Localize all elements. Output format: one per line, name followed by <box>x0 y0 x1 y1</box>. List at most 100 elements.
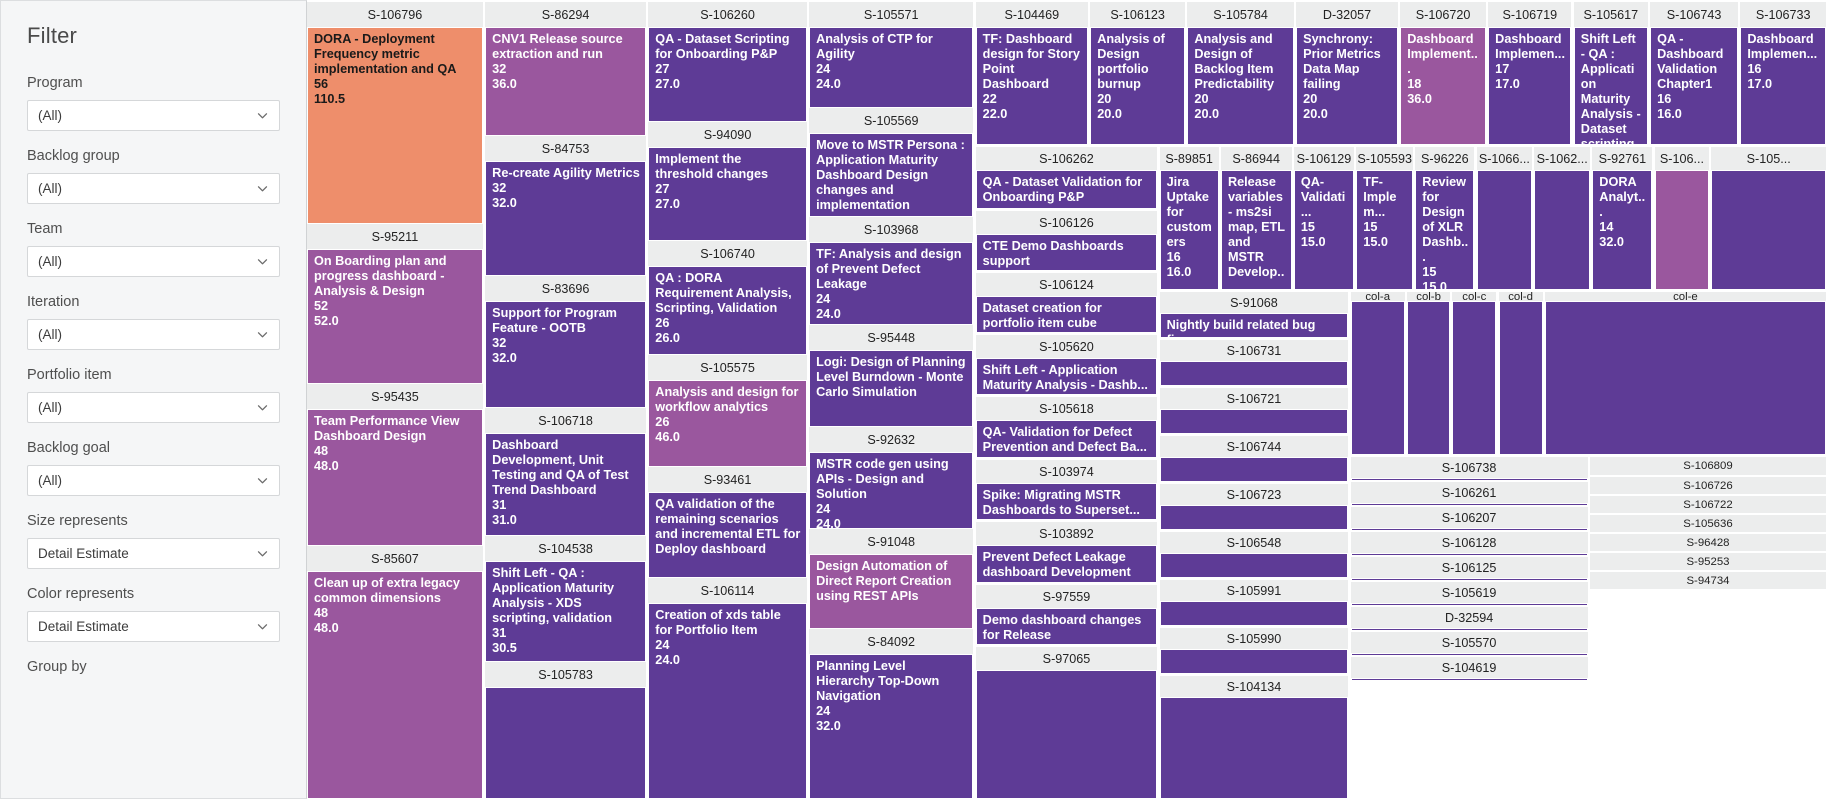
treemap-node[interactable]: S-106125 <box>1350 557 1588 581</box>
treemap-node-tile[interactable]: Dataset creation for portfolio item cube <box>975 297 1158 333</box>
treemap-node[interactable]: S-94734 <box>1589 572 1826 590</box>
treemap-node-tile[interactable] <box>485 688 646 799</box>
filter-select-iteration[interactable]: (All) <box>27 319 280 350</box>
treemap-node[interactable]: S-106129 QA-Validati... 15 15.0 <box>1293 147 1354 290</box>
treemap-node[interactable]: S-105570 <box>1350 632 1588 656</box>
treemap-node-tile[interactable]: Shift Left - Application Maturity Analys… <box>975 359 1158 395</box>
treemap-node-tile[interactable]: Implement the threshold changes 27 27.0 <box>648 148 807 241</box>
treemap-node[interactable]: S-106... <box>1654 147 1710 290</box>
treemap-node[interactable]: col-a <box>1350 292 1405 455</box>
treemap-node[interactable]: S-105593 TF-Implem... 15 15.0 <box>1356 147 1413 290</box>
treemap-node[interactable]: S-106718 Dashboard Development, Unit Test… <box>485 408 646 536</box>
treemap-node[interactable]: S-106128 <box>1350 532 1588 556</box>
treemap-node[interactable]: S-106738 <box>1350 457 1588 481</box>
treemap-node[interactable]: S-83696 Support for Program Feature - OOT… <box>485 276 646 408</box>
treemap-node[interactable]: S-86944 Release variables - ms2si map, ET… <box>1220 147 1292 290</box>
treemap-node-tile[interactable]: CTE Demo Dashboards support <box>975 235 1158 271</box>
treemap-node-tile[interactable]: Creation of xds table for Portfolio Item… <box>648 604 807 799</box>
treemap-node[interactable]: S-104619 <box>1350 657 1588 681</box>
treemap-node-tile[interactable]: Re-create Agility Metrics 32 32.0 <box>485 162 646 276</box>
treemap-node[interactable]: S-104538 Shift Left - QA : Application Ma… <box>485 536 646 662</box>
treemap-node-tile[interactable] <box>1159 410 1349 434</box>
treemap-node[interactable]: S-106262 QA - Dataset Validation for Onbo… <box>975 147 1158 209</box>
treemap-node[interactable]: S-105... <box>1711 147 1826 290</box>
treemap-node[interactable]: S-106796 DORA - Deployment Frequency metr… <box>307 2 483 224</box>
treemap-node[interactable]: S-105618 QA- Validation for Defect Preven… <box>975 397 1158 458</box>
treemap-node-tile[interactable] <box>1452 302 1497 455</box>
treemap-node-tile[interactable]: Dashboard Development, Unit Testing and … <box>485 434 646 536</box>
treemap-node[interactable]: S-105784 Analysis and Design of Backlog I… <box>1187 2 1294 145</box>
treemap-node[interactable]: S-89851 Jira Uptake for customers 16 16.0 <box>1159 147 1219 290</box>
treemap-node[interactable]: S-105571 Analysis of CTP for Agility 24 24.… <box>809 2 974 108</box>
treemap-node-tile[interactable] <box>1350 504 1588 506</box>
treemap-node-tile[interactable] <box>1350 579 1588 581</box>
treemap-node[interactable]: S-103974 Spike: Migrating MSTR Dashboards… <box>975 460 1158 520</box>
treemap-node-tile[interactable]: Release variables - ms2si map, ETL and M… <box>1220 171 1292 290</box>
treemap-node-tile[interactable]: Move to MSTR Persona : Application Matur… <box>809 134 974 217</box>
treemap-node-tile[interactable]: Support for Program Feature - OOTB 32 32.0 <box>485 302 646 408</box>
treemap-node[interactable]: S-104134 <box>1159 676 1349 799</box>
treemap-node-tile[interactable] <box>1159 362 1349 386</box>
treemap-node-tile[interactable]: QA - Dataset Scripting for Onboarding P&… <box>648 28 807 122</box>
treemap-node-tile[interactable]: Planning Level Hierarchy Top-Down Naviga… <box>809 655 974 799</box>
treemap-node[interactable]: col-c <box>1452 292 1497 455</box>
treemap-node-tile[interactable] <box>1159 602 1349 626</box>
treemap-node-tile[interactable]: Dashboard Implemen... 16 17.0 <box>1740 28 1826 145</box>
filter-select-team[interactable]: (All) <box>27 246 280 277</box>
treemap-node[interactable]: S-106809 <box>1589 457 1826 476</box>
treemap-node[interactable]: S-1066... <box>1476 147 1533 290</box>
treemap-node[interactable]: S-106740 QA : DORA Requirement Analysis, … <box>648 241 807 355</box>
treemap-node-tile[interactable]: TF-Implem... 15 15.0 <box>1356 171 1413 290</box>
treemap-node[interactable]: S-106260 QA - Dataset Scripting for Onboa… <box>648 2 807 122</box>
filter-select-backlog-group[interactable]: (All) <box>27 173 280 204</box>
treemap-node[interactable]: S-86294 CNV1 Release source extraction an… <box>485 2 646 136</box>
treemap-node-tile[interactable]: Prevent Defect Leakage dashboard Develop… <box>975 546 1158 583</box>
filter-select-color-represents[interactable]: Detail Estimate <box>27 611 280 642</box>
treemap-node-tile[interactable] <box>1350 629 1588 631</box>
treemap-node-tile[interactable]: Team Performance View Dashboard Design 48… <box>307 410 483 546</box>
treemap-node-tile[interactable]: TF: Dashboard design for Story Point Das… <box>975 28 1088 145</box>
treemap-node[interactable]: S-106721 <box>1159 388 1349 434</box>
filter-select-size-represents[interactable]: Detail Estimate <box>27 538 280 569</box>
treemap-node-tile[interactable]: DORA Analyt... 14 32.0 <box>1592 171 1653 290</box>
treemap-node-tile[interactable] <box>1407 302 1450 455</box>
treemap-node[interactable]: S-92632 MSTR code gen using APIs - Design… <box>809 427 974 529</box>
treemap-node[interactable]: S-94090 Implement the threshold changes 27… <box>648 122 807 241</box>
treemap-node[interactable]: S-84753 Re-create Agility Metrics 32 32.0 <box>485 136 646 276</box>
treemap-node-tile[interactable] <box>1534 171 1590 290</box>
treemap-node[interactable]: D-32057 Synchrony: Prior Metrics Data Map… <box>1296 2 1398 145</box>
treemap-node[interactable]: S-95448 Logi: Design of Planning Level Bu… <box>809 325 974 427</box>
treemap-node[interactable]: S-106123 Analysis of Design portfolio bur… <box>1090 2 1186 145</box>
treemap-node-tile[interactable] <box>1350 479 1588 481</box>
treemap-node-tile[interactable] <box>1350 554 1588 556</box>
treemap-node-tile[interactable] <box>1350 654 1588 656</box>
treemap-node-tile[interactable]: QA-Validati... 15 15.0 <box>1293 171 1354 290</box>
treemap-node-tile[interactable] <box>1544 302 1826 455</box>
treemap-node[interactable]: S-106126 CTE Demo Dashboards support <box>975 211 1158 271</box>
treemap-node[interactable]: S-1062... <box>1534 147 1590 290</box>
treemap-node-tile[interactable]: Nightly build related bug fix... <box>1159 314 1349 338</box>
treemap-node[interactable]: D-32594 <box>1350 607 1588 631</box>
treemap-node[interactable]: S-106731 <box>1159 340 1349 386</box>
treemap-node[interactable]: S-92761 DORA Analyt... 14 32.0 <box>1592 147 1653 290</box>
treemap-node[interactable]: S-106726 <box>1589 477 1826 495</box>
treemap-node[interactable]: S-95253 <box>1589 553 1826 571</box>
filter-select-backlog-goal[interactable]: (All) <box>27 465 280 496</box>
treemap-node-tile[interactable] <box>1159 554 1349 578</box>
treemap-node-tile[interactable]: Clean up of extra legacy common dimensio… <box>307 572 483 799</box>
treemap-node-tile[interactable]: CNV1 Release source extraction and run 32… <box>485 28 646 136</box>
treemap-node[interactable]: S-106723 <box>1159 484 1349 530</box>
treemap-node[interactable]: S-97559 Demo dashboard changes for Releas… <box>975 585 1158 645</box>
treemap-node[interactable]: S-96428 <box>1589 534 1826 552</box>
treemap-node-tile[interactable]: On Boarding plan and progress dashboard … <box>307 250 483 384</box>
treemap-node-tile[interactable]: Analysis of CTP for Agility 24 24.0 <box>809 28 974 108</box>
treemap-node-tile[interactable]: Analysis of Design portfolio burnup 20 20.… <box>1090 28 1186 145</box>
filter-select-program[interactable]: (All) <box>27 100 280 131</box>
treemap-node[interactable]: S-105991 <box>1159 580 1349 626</box>
treemap-node[interactable]: S-85607 Clean up of extra legacy common d… <box>307 546 483 799</box>
treemap-node[interactable]: S-106743 QA - Dashboard Validation Chapte… <box>1650 2 1739 145</box>
treemap-node-tile[interactable]: Analysis and Design of Backlog Item Pred… <box>1187 28 1294 145</box>
treemap-node[interactable]: S-91068 Nightly build related bug fix... <box>1159 292 1349 338</box>
treemap-node-tile[interactable] <box>1350 529 1588 531</box>
treemap-node-tile[interactable]: TF: Analysis and design of Prevent Defec… <box>809 243 974 325</box>
